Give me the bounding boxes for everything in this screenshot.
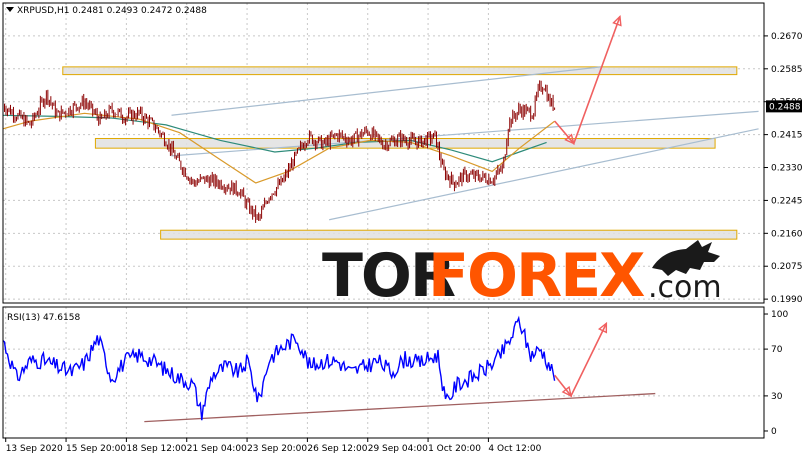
time-tick-label: 15 Sep 20:00: [66, 444, 126, 454]
time-tick-label: 4 Oct 12:00: [488, 444, 541, 454]
rsi-header: RSI(13) 47.6158: [7, 313, 80, 323]
price-tick-label: 0.2245: [771, 196, 803, 206]
current-price-label: 0.2488: [769, 102, 801, 112]
time-tick-label: 26 Sep 12:00: [307, 444, 367, 454]
logo-text-forex: FOREX: [428, 241, 645, 311]
chart-title: XRPUSD,H1 0.2481 0.2493 0.2472 0.2488: [6, 6, 207, 16]
symbol-ohlc-header: XRPUSD,H1 0.2481 0.2493 0.2472 0.2488: [17, 6, 207, 16]
price-tick-label: 0.1990: [771, 295, 803, 305]
time-tick-label: 23 Sep 20:00: [247, 444, 307, 454]
time-tick-label: 1 Oct 20:00: [428, 444, 481, 454]
chart-canvas: TORFOREX.com 0.26700.25850.25000.24150.2…: [0, 0, 808, 458]
price-tick-label: 0.2585: [771, 65, 803, 75]
price-tick-label: 0.2160: [771, 229, 803, 239]
price-zone: [160, 229, 738, 240]
time-tick-label: 29 Sep 04:00: [368, 444, 428, 454]
time-tick-label: 18 Sep 12:00: [126, 444, 186, 454]
time-tick-label: 13 Sep 2020: [6, 444, 63, 454]
price-zone: [62, 66, 738, 76]
price-tick-label: 0.2330: [771, 164, 803, 174]
rsi-tick-label: 100: [771, 310, 788, 320]
price-tick-label: 0.2075: [771, 262, 803, 272]
logo-text-com: .com: [648, 270, 722, 305]
price-tick-label: 0.2415: [771, 131, 803, 141]
rsi-tick-label: 0: [771, 427, 777, 437]
rsi-tick-label: 30: [771, 392, 783, 402]
time-tick-label: 21 Sep 04:00: [187, 444, 247, 454]
rsi-tick-label: 70: [771, 345, 783, 355]
price-tick-label: 0.2670: [771, 32, 803, 42]
